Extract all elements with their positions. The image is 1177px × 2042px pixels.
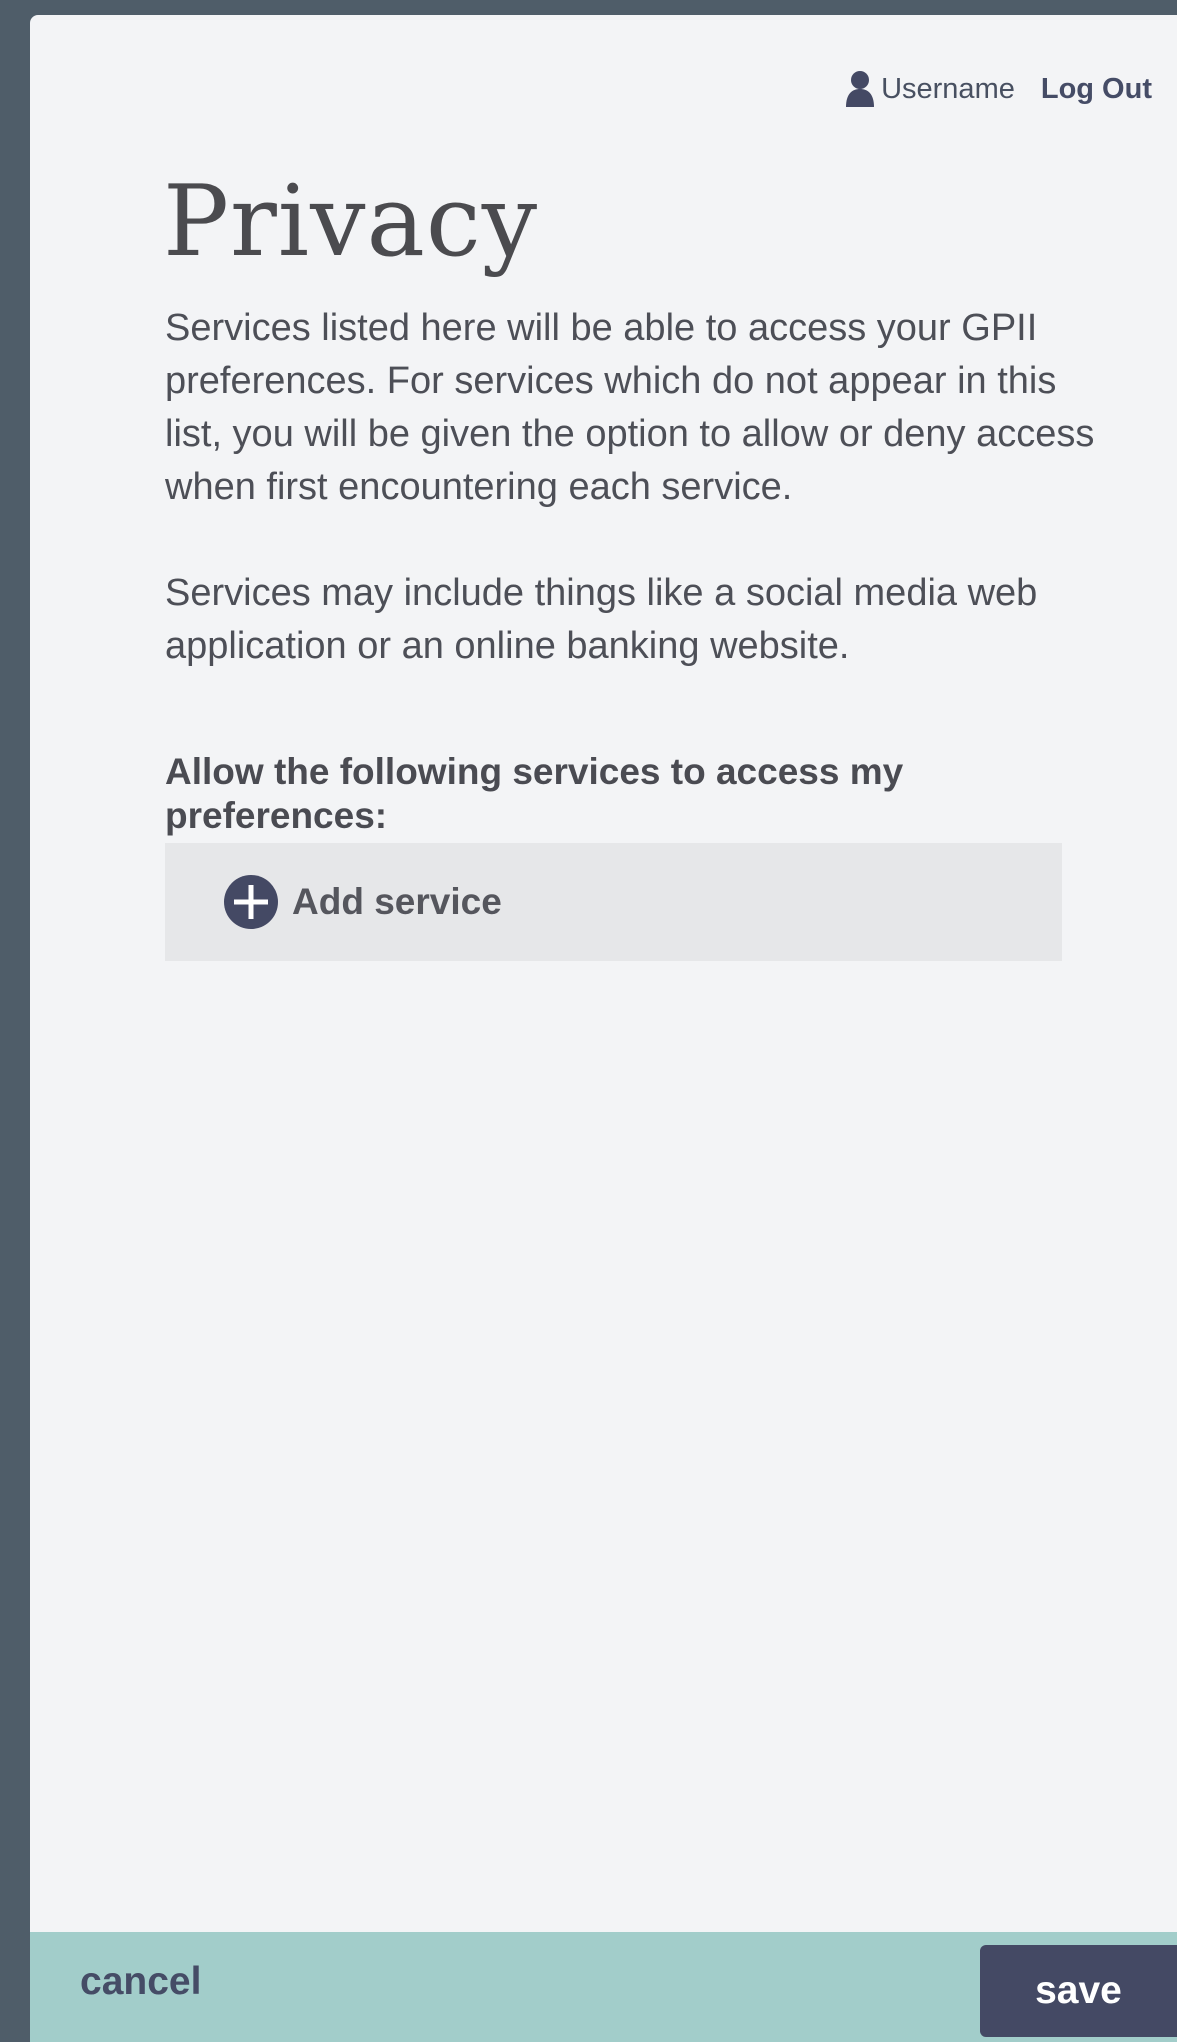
add-service-button[interactable]: Add service (165, 843, 1062, 961)
user-account[interactable]: Username (845, 70, 1015, 108)
user-icon (845, 70, 875, 108)
save-button[interactable]: save (980, 1945, 1177, 2037)
intro-paragraph-examples: Services may include things like a socia… (165, 572, 1038, 667)
logout-link[interactable]: Log Out (1041, 73, 1152, 106)
intro-paragraph: Services listed here will be able to acc… (165, 307, 1095, 508)
add-service-label: Add service (292, 881, 502, 922)
privacy-panel: Username Log Out Privacy Services listed… (30, 15, 1177, 2042)
cancel-button[interactable]: cancel (80, 1960, 201, 2004)
user-bar: Username Log Out (845, 70, 1152, 108)
allowed-services-heading: Allow the following services to access m… (165, 751, 904, 836)
username-label: Username (881, 72, 1015, 105)
footer-bar: cancel save (30, 1932, 1177, 2042)
plus-circle-icon (224, 875, 278, 929)
page-title: Privacy (163, 165, 539, 279)
